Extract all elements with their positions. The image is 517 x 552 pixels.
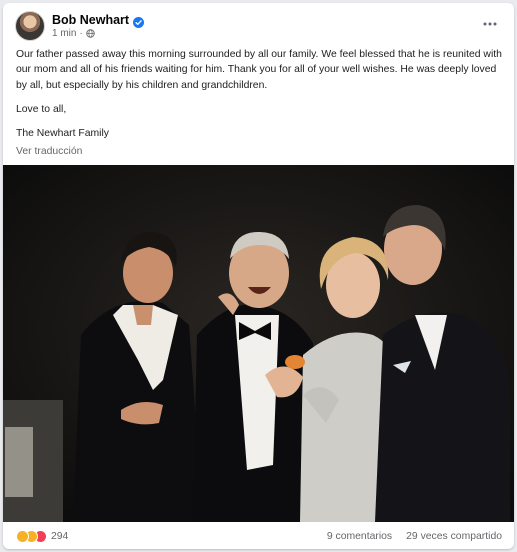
comments-count-link[interactable]: 9 comentarios [327, 531, 392, 542]
post-stats: 9 comentarios 29 veces compartido [327, 531, 502, 542]
shares-count-link[interactable]: 29 veces compartido [406, 531, 502, 542]
post-card: Bob Newhart 1 min · Our father passed aw… [3, 3, 514, 549]
verified-badge-icon [133, 15, 145, 28]
post-footer: 294 9 comentarios 29 veces compartido [3, 524, 514, 549]
post-body: Our father passed away this morning surr… [16, 47, 508, 150]
author-row: Bob Newhart [52, 12, 145, 28]
meta-separator: · [79, 28, 83, 39]
post-paragraph: The Newhart Family [16, 128, 109, 140]
post-photo[interactable] [3, 165, 514, 522]
see-translation-link[interactable]: Ver traducción [16, 146, 82, 157]
wow-reaction-icon [16, 530, 29, 543]
author-avatar[interactable] [15, 11, 45, 41]
post-header: Bob Newhart 1 min · [3, 3, 514, 45]
globe-icon [86, 29, 95, 38]
reaction-count: 294 [51, 531, 69, 542]
more-options-icon [483, 22, 497, 26]
post-paragraph: Our father passed away this morning surr… [16, 49, 502, 91]
reactions-summary[interactable]: 294 [16, 530, 68, 543]
post-timestamp[interactable]: 1 min [52, 28, 76, 39]
post-meta: 1 min · [52, 28, 95, 39]
more-options-button[interactable] [478, 13, 502, 35]
author-name[interactable]: Bob Newhart [52, 13, 129, 27]
post-paragraph: Love to all, [16, 103, 67, 115]
